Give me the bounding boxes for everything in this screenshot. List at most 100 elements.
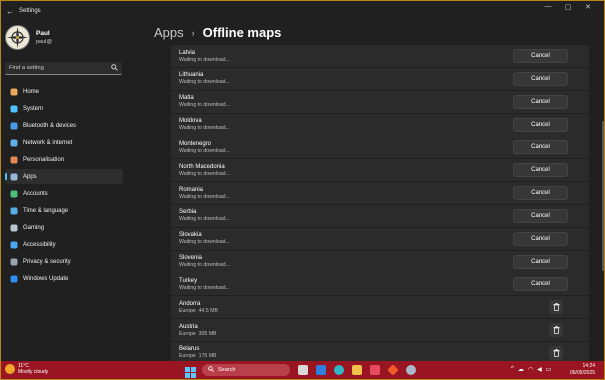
apps-icon <box>9 172 18 181</box>
list-item: Andorra Europe 44.5 MB <box>171 296 589 319</box>
map-status: Waiting to download... <box>179 147 230 154</box>
back-arrow-icon[interactable]: ← <box>3 7 17 16</box>
profile[interactable]: Paul paul@ <box>5 25 52 50</box>
page-title: Offline maps <box>202 25 282 40</box>
cancel-button[interactable]: Cancel <box>513 163 568 178</box>
sidebar-item-label: Personalisation <box>23 156 65 163</box>
mail-icon[interactable] <box>316 365 326 375</box>
volume-icon[interactable]: ◀ <box>537 366 542 373</box>
list-item: Montenegro Waiting to download... Cancel <box>171 136 589 159</box>
sidebar-item-label: Privacy & security <box>23 258 71 265</box>
trash-icon <box>553 344 560 362</box>
delete-button[interactable] <box>549 344 563 362</box>
taskbar-search[interactable]: Search <box>202 364 290 376</box>
sidebar-item-label: Home <box>23 88 40 95</box>
list-item: Malta Waiting to download... Cancel <box>171 90 589 113</box>
map-details: Europe 175 MB <box>179 353 217 359</box>
list-item: Slovakia Waiting to download... Cancel <box>171 227 589 250</box>
cancel-button[interactable]: Cancel <box>513 277 568 292</box>
map-details: Europe 44.5 MB <box>179 308 218 314</box>
sidebar-item-home[interactable]: Home <box>5 84 123 99</box>
map-name: Turkey <box>179 277 198 284</box>
edge-icon[interactable] <box>334 365 344 375</box>
sidebar-item-apps[interactable]: Apps <box>5 169 123 184</box>
sidebar-nav: Home System Bluetooth & devices Network & i… <box>5 84 123 288</box>
shield-icon <box>9 257 18 266</box>
store-icon[interactable] <box>370 365 380 375</box>
map-status: Waiting to download... <box>179 79 230 86</box>
search-icon[interactable] <box>111 64 118 73</box>
list-item: Lithuania Waiting to download... Cancel <box>171 67 589 90</box>
app-icon[interactable] <box>387 364 399 376</box>
main-content: Apps › Offline maps Latvia Waiting to dow… <box>151 21 591 364</box>
profile-email: paul@ <box>36 39 52 45</box>
map-size: 305 MB <box>198 330 217 337</box>
cancel-button[interactable]: Cancel <box>513 254 568 269</box>
breadcrumb-parent[interactable]: Apps <box>154 25 184 40</box>
map-name: Austria <box>179 323 198 330</box>
map-region: Europe <box>179 330 196 337</box>
search-placeholder: Find a setting <box>9 65 44 71</box>
settings-icon[interactable] <box>406 365 416 375</box>
sidebar-item-privacy-security[interactable]: Privacy & security <box>5 254 123 269</box>
profile-name: Paul <box>36 30 50 37</box>
cancel-button[interactable]: Cancel <box>513 71 568 86</box>
sidebar-item-gaming[interactable]: Gaming <box>5 220 123 235</box>
map-region: Europe <box>179 307 196 314</box>
list-item: Slovenia Waiting to download... Cancel <box>171 250 589 273</box>
start-icon[interactable] <box>185 365 196 380</box>
monitor-icon <box>9 104 18 113</box>
maximize-button[interactable]: ▢ <box>558 3 578 11</box>
home-icon <box>9 87 18 96</box>
sidebar-item-label: Network & internet <box>23 139 73 146</box>
map-name: Serbia <box>179 209 197 216</box>
delete-button[interactable] <box>549 298 563 316</box>
map-name: Montenegro <box>179 140 212 147</box>
map-region: Europe <box>179 353 196 360</box>
onedrive-icon[interactable]: ☁ <box>518 366 524 373</box>
sidebar-item-bluetooth-devices[interactable]: Bluetooth & devices <box>5 118 123 133</box>
map-status: Waiting to download... <box>179 102 230 109</box>
search-input[interactable]: Find a setting <box>5 62 122 75</box>
clock[interactable]: 14:24 06/05/2025 <box>570 363 595 376</box>
scrollbar[interactable] <box>602 121 604 271</box>
map-name: North Macedonia <box>179 163 225 170</box>
sidebar-item-accounts[interactable]: Accounts <box>5 186 123 201</box>
map-name: Romania <box>179 186 204 193</box>
minimize-button[interactable]: — <box>538 3 558 11</box>
sidebar-item-accessibility[interactable]: Accessibility <box>5 237 123 252</box>
sidebar-item-personalisation[interactable]: Personalisation <box>5 152 123 167</box>
sidebar-item-time-language[interactable]: Time & language <box>5 203 123 218</box>
trash-icon <box>553 298 560 316</box>
battery-icon[interactable]: ▭ <box>546 366 552 373</box>
taskbar-apps <box>298 364 416 376</box>
cancel-button[interactable]: Cancel <box>513 94 568 109</box>
cancel-button[interactable]: Cancel <box>513 49 568 63</box>
map-status: Waiting to download... <box>179 193 230 200</box>
wifi-icon[interactable]: ◠ <box>528 366 533 373</box>
system-tray: ^ ☁ ◠ ◀ ▭ <box>511 366 551 373</box>
map-status: Waiting to download... <box>179 216 230 223</box>
sidebar-item-windows-update[interactable]: Windows Update <box>5 271 123 286</box>
list-item: North Macedonia Waiting to download... Can… <box>171 159 589 182</box>
weather-widget[interactable]: 11°C Mostly cloudy <box>5 363 48 375</box>
map-size: 44.5 MB <box>198 307 218 314</box>
cancel-button[interactable]: Cancel <box>513 140 568 155</box>
map-name: Slovenia <box>179 255 203 262</box>
cancel-button[interactable]: Cancel <box>513 231 568 246</box>
cancel-button[interactable]: Cancel <box>513 186 568 201</box>
breadcrumb: Apps › Offline maps <box>154 25 281 40</box>
chevron-up-icon[interactable]: ^ <box>511 366 514 373</box>
cancel-button[interactable]: Cancel <box>513 208 568 223</box>
sidebar-item-network-internet[interactable]: Network & internet <box>5 135 123 150</box>
folder-icon[interactable] <box>352 365 362 375</box>
sidebar-item-system[interactable]: System <box>5 101 123 116</box>
weather-icon <box>5 364 15 374</box>
delete-button[interactable] <box>549 321 563 339</box>
task-view-icon[interactable] <box>298 365 308 375</box>
cancel-button[interactable]: Cancel <box>513 117 568 132</box>
sidebar-item-label: Gaming <box>23 224 45 231</box>
weather-desc: Mostly cloudy <box>18 369 49 375</box>
close-button[interactable]: ✕ <box>578 3 598 11</box>
trash-icon <box>553 321 560 339</box>
